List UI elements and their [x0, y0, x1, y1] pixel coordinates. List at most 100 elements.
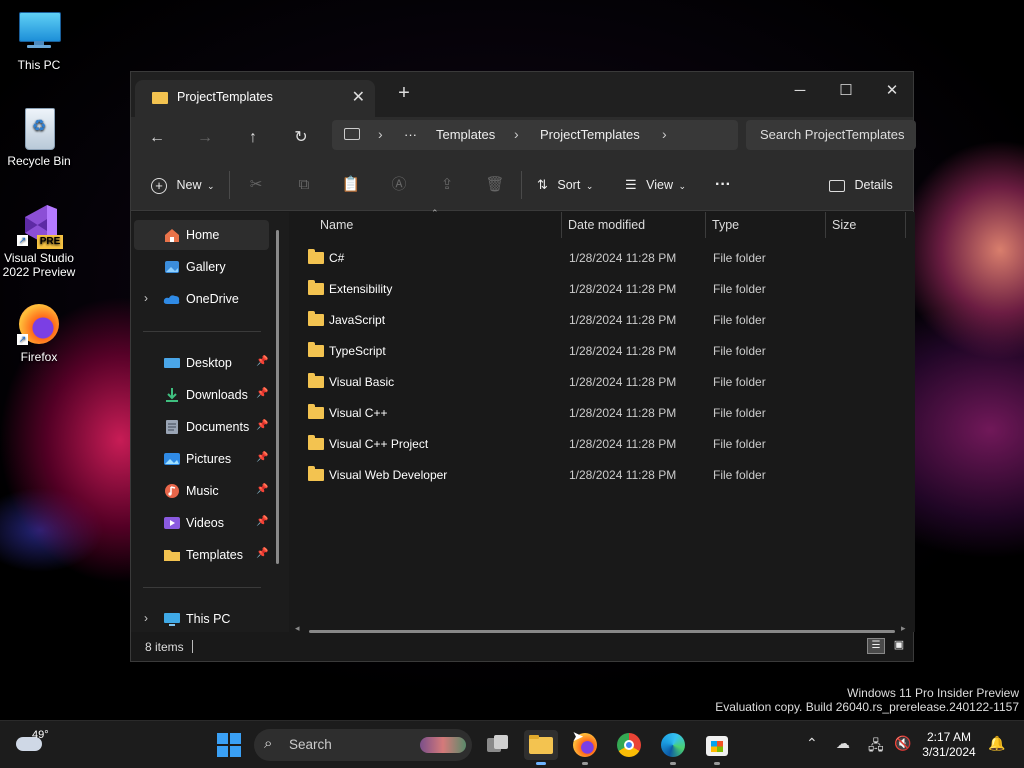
tiles-view-icon[interactable]: ▣ [890, 638, 908, 654]
pin-icon[interactable]: 📌 [256, 420, 268, 431]
file-row[interactable]: Visual Basic 1/28/2024 11:28 PM File folde… [299, 367, 899, 397]
new-tab-button[interactable]: + [393, 82, 415, 105]
network-icon[interactable]: 🖧 [868, 735, 884, 759]
onedrive-icon[interactable]: ☁ [836, 735, 850, 752]
firefox-taskbar-button[interactable]: ➤ [570, 728, 600, 760]
navigation-pane: Home Gallery › OneDrive Desktop 📌 Downlo… [131, 212, 289, 632]
pin-icon[interactable]: 📌 [256, 484, 268, 495]
column-divider[interactable] [905, 212, 906, 238]
close-tab-icon[interactable]: ✕ [352, 87, 365, 107]
delete-icon[interactable]: 🗑 [482, 172, 508, 198]
back-button[interactable]: ← [142, 125, 172, 151]
rename-icon[interactable]: Ⓐ [386, 172, 412, 198]
copy-icon[interactable]: ⧉ [291, 172, 317, 198]
video-icon [163, 515, 181, 531]
show-hidden-icons-icon[interactable]: ⌃ [806, 735, 818, 752]
music-icon [163, 483, 181, 499]
nav-divider [143, 587, 261, 588]
store-logo-icon [711, 741, 723, 752]
close-window-button[interactable]: ✕ [869, 78, 915, 104]
notifications-icon[interactable]: 🔔 [988, 735, 1005, 752]
task-view-button[interactable] [482, 730, 512, 760]
cut-icon[interactable]: ✂ [243, 172, 269, 198]
file-row[interactable]: TypeScript 1/28/2024 11:28 PM File folder [299, 336, 899, 366]
up-button[interactable]: ↑ [238, 125, 268, 151]
pin-icon[interactable]: 📌 [256, 388, 268, 399]
nav-item-onedrive[interactable]: › OneDrive [134, 284, 269, 314]
file-row[interactable]: JavaScript 1/28/2024 11:28 PM File folder [299, 305, 899, 335]
clock[interactable]: 2:17 AM 3/31/2024 [918, 730, 980, 760]
nav-item-documents[interactable]: Documents 📌 [134, 412, 269, 442]
more-options-button[interactable]: ··· [715, 172, 731, 198]
file-row[interactable]: Extensibility 1/28/2024 11:28 PM File fold… [299, 274, 899, 304]
pin-icon[interactable]: 📌 [256, 548, 268, 559]
nav-item-gallery[interactable]: Gallery [134, 252, 269, 282]
maximize-button[interactable]: ☐ [823, 78, 869, 104]
column-divider[interactable] [825, 212, 826, 238]
nav-item-downloads[interactable]: Downloads 📌 [134, 380, 269, 410]
column-header-type[interactable]: Type [712, 218, 739, 232]
running-indicator [536, 762, 546, 765]
nav-item-this-pc[interactable]: › This PC [134, 604, 269, 634]
sort-button[interactable]: ⇅ Sort ⌄ [537, 172, 593, 198]
file-list: ⌃ Name Date modified Type Size C# 1/28/20… [289, 208, 915, 633]
paste-icon[interactable]: 📋 [338, 172, 364, 198]
search-box[interactable]: Search ProjectTemplates [746, 120, 916, 150]
minimize-button[interactable]: ─ [777, 78, 823, 104]
file-type: File folder [713, 313, 766, 327]
file-row[interactable]: Visual Web Developer 1/28/2024 11:28 PM Fi… [299, 460, 899, 490]
file-row[interactable]: C# 1/28/2024 11:28 PM File folder [299, 243, 899, 273]
desktop-icon-firefox[interactable]: ↗ Firefox [1, 302, 77, 364]
title-bar[interactable]: ProjectTemplates ✕ + ─ ☐ ✕ [131, 72, 913, 117]
tab-project-templates[interactable]: ProjectTemplates ✕ [135, 80, 375, 117]
pin-icon[interactable]: 📌 [256, 452, 268, 463]
chevron-right-icon[interactable]: › [662, 126, 667, 142]
column-header-date-modified[interactable]: Date modified [568, 218, 645, 232]
file-explorer-taskbar-button[interactable] [524, 730, 558, 760]
start-button[interactable] [214, 730, 244, 760]
nav-item-desktop[interactable]: Desktop 📌 [134, 348, 269, 378]
details-button[interactable]: Details [829, 172, 893, 198]
desktop-icon-visual-studio[interactable]: PRE ↗ Visual Studio 2022 Preview [1, 203, 77, 279]
breadcrumb-project-templates[interactable]: ProjectTemplates [540, 127, 640, 142]
new-button[interactable]: + New ⌄ [151, 172, 215, 198]
pin-icon[interactable]: 📌 [256, 516, 268, 527]
nav-item-home[interactable]: Home [134, 220, 269, 250]
details-view-icon[interactable]: ☰ [867, 638, 885, 654]
edge-taskbar-button[interactable] [658, 730, 688, 760]
forward-button[interactable]: → [190, 125, 220, 151]
column-divider[interactable] [561, 212, 562, 238]
taskbar-search[interactable]: ⌕ Search [254, 729, 472, 761]
desktop-icon-label: Visual Studio 2022 Preview [2, 251, 76, 279]
more-crumbs-icon[interactable]: ··· [404, 127, 417, 142]
nav-item-pictures[interactable]: Pictures 📌 [134, 444, 269, 474]
share-icon[interactable]: ⇪ [434, 172, 460, 198]
pin-icon[interactable]: 📌 [256, 356, 268, 367]
file-name: TypeScript [329, 344, 386, 358]
file-row[interactable]: Visual C++ 1/28/2024 11:28 PM File folder [299, 398, 899, 428]
breadcrumb-templates[interactable]: Templates [436, 127, 495, 142]
address-breadcrumb[interactable]: › ··· Templates › ProjectTemplates › [332, 120, 738, 150]
view-button[interactable]: ☰ View ⌄ [625, 172, 686, 198]
nav-label: This PC [186, 612, 231, 626]
nav-scrollbar[interactable] [276, 230, 279, 564]
nav-item-videos[interactable]: Videos 📌 [134, 508, 269, 538]
refresh-button[interactable]: ↻ [286, 125, 316, 151]
chevron-right-icon[interactable]: › [144, 291, 148, 305]
chrome-taskbar-button[interactable] [614, 730, 644, 760]
nav-item-templates[interactable]: Templates 📌 [134, 540, 269, 570]
desktop-icon-recycle-bin[interactable]: ♻ Recycle Bin [1, 106, 77, 168]
column-divider[interactable] [705, 212, 706, 238]
desktop-icon-this-pc[interactable]: This PC [1, 10, 77, 72]
store-taskbar-button[interactable] [702, 730, 732, 760]
status-bar: 8 items ☰ ▣ [131, 633, 913, 661]
weather-widget[interactable]: 49° [16, 729, 56, 761]
nav-item-music[interactable]: Music 📌 [134, 476, 269, 506]
column-header-name[interactable]: Name [320, 218, 353, 232]
volume-muted-icon[interactable]: 🔇 [894, 735, 911, 752]
toolbar-divider [229, 171, 230, 199]
file-row[interactable]: Visual C++ Project 1/28/2024 11:28 PM File… [299, 429, 899, 459]
toolbar-divider [521, 171, 522, 199]
column-header-size[interactable]: Size [832, 218, 856, 232]
chevron-right-icon[interactable]: › [144, 611, 148, 625]
